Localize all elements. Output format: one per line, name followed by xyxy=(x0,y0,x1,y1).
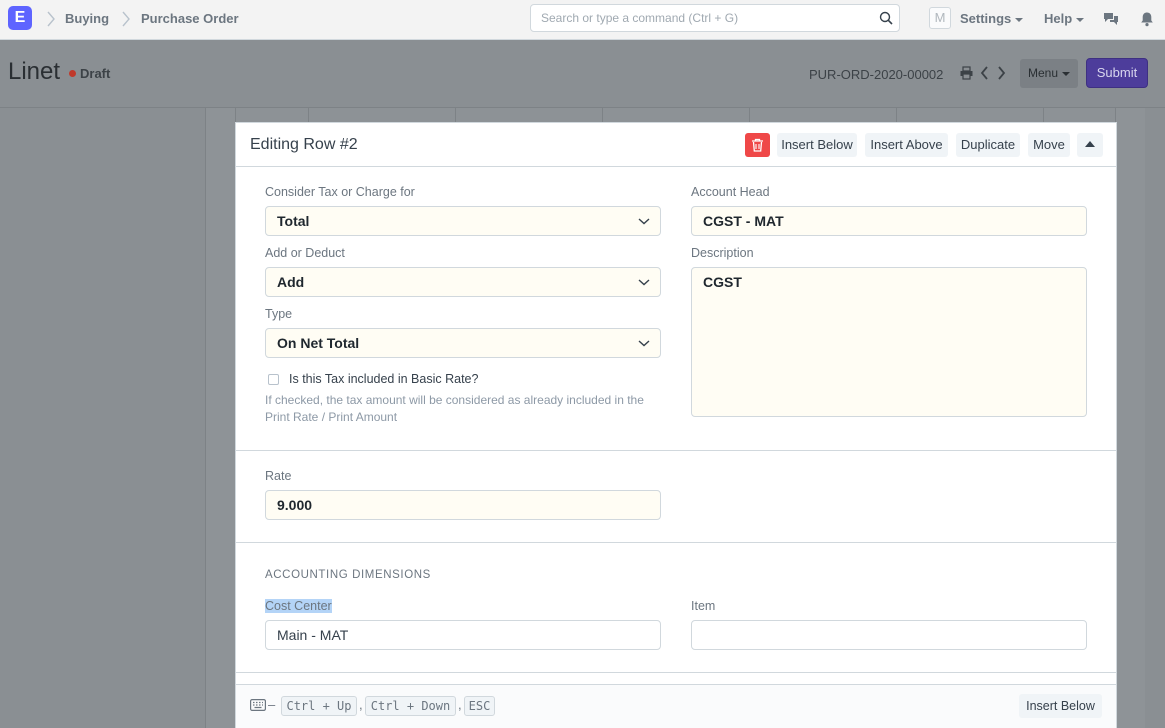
panel-title: Editing Row #2 xyxy=(250,136,358,153)
menu-label: Menu xyxy=(1027,66,1059,80)
section-divider xyxy=(236,672,1116,673)
submit-button[interactable]: Submit xyxy=(1086,58,1148,88)
item-input[interactable] xyxy=(691,620,1087,650)
shortcut-separator: , xyxy=(458,697,462,712)
type-label: Type xyxy=(265,307,293,321)
accounting-dimensions-heading: ACCOUNTING DIMENSIONS xyxy=(265,569,431,581)
description-textarea[interactable]: CGST xyxy=(691,267,1087,417)
caret-down-icon xyxy=(1076,17,1085,22)
consider-tax-value: Total xyxy=(277,213,310,229)
status-dot xyxy=(69,70,76,77)
caret-down-icon xyxy=(1062,71,1071,76)
cost-center-label: Cost Center xyxy=(265,599,332,613)
consider-tax-select[interactable]: Total xyxy=(265,206,661,236)
print-icon[interactable] xyxy=(960,66,973,80)
status-badge: Draft xyxy=(80,66,111,81)
section-divider xyxy=(236,542,1116,543)
description-label: Description xyxy=(691,246,754,260)
tax-included-help: If checked, the tax amount will be consi… xyxy=(265,393,644,424)
delete-row-button[interactable] xyxy=(745,133,770,157)
collapse-button[interactable] xyxy=(1077,133,1103,157)
item-label: Item xyxy=(691,599,716,613)
help-dropdown[interactable]: Help xyxy=(1044,11,1085,26)
settings-dropdown[interactable]: Settings xyxy=(960,11,1024,26)
tax-included-checkbox[interactable] xyxy=(268,374,279,385)
type-select[interactable]: On Net Total xyxy=(265,328,661,358)
cost-center-input[interactable]: Main - MAT xyxy=(265,620,661,650)
chevron-right-icon xyxy=(46,10,56,28)
panel-header: Editing Row #2 Insert Below Insert Above… xyxy=(236,123,1116,167)
add-deduct-value: Add xyxy=(277,274,305,290)
prev-icon[interactable] xyxy=(980,66,990,80)
page-header xyxy=(0,40,1165,108)
shortcut-ctrl-up: Ctrl + Up xyxy=(281,696,357,716)
account-head-input[interactable]: CGST - MAT xyxy=(691,206,1087,236)
tax-included-label: Is this Tax included in Basic Rate? xyxy=(289,372,479,386)
search-icon[interactable] xyxy=(879,11,893,25)
consider-tax-label: Consider Tax or Charge for xyxy=(265,185,415,199)
account-head-label: Account Head xyxy=(691,185,770,199)
trash-icon xyxy=(752,138,763,152)
menu-button[interactable]: Menu xyxy=(1020,59,1078,88)
rate-label: Rate xyxy=(265,469,292,483)
next-icon[interactable] xyxy=(996,66,1006,80)
rate-input[interactable]: 9.000 xyxy=(265,490,661,520)
add-deduct-label: Add or Deduct xyxy=(265,246,345,260)
insert-below-button[interactable]: Insert Below xyxy=(777,133,857,157)
search-input[interactable] xyxy=(531,5,861,31)
sidebar-area xyxy=(0,108,205,728)
move-button[interactable]: Move xyxy=(1028,133,1070,157)
bell-icon[interactable] xyxy=(1139,11,1155,27)
avatar[interactable]: M xyxy=(929,7,951,29)
app-logo[interactable]: E xyxy=(8,6,32,30)
chevron-down-icon xyxy=(638,218,650,225)
awesome-bar xyxy=(530,4,900,32)
duplicate-button[interactable]: Duplicate xyxy=(956,133,1020,157)
caret-down-icon xyxy=(1015,17,1024,22)
chevron-down-icon xyxy=(638,279,650,286)
document-name: PUR-ORD-2020-00002 xyxy=(809,67,944,82)
insert-above-button[interactable]: Insert Above xyxy=(865,133,948,157)
footer-insert-below-button[interactable]: Insert Below xyxy=(1019,694,1102,718)
page-title: Linet xyxy=(8,58,61,85)
section-divider xyxy=(236,450,1116,451)
shortcut-dash: – xyxy=(268,697,276,712)
type-value: On Net Total xyxy=(277,335,360,351)
navbar: E Buying Purchase Order M Settings Help xyxy=(0,0,1165,40)
add-deduct-select[interactable]: Add xyxy=(265,267,661,297)
breadcrumb-buying[interactable]: Buying xyxy=(65,11,109,26)
chevron-down-icon xyxy=(638,340,650,347)
settings-label: Settings xyxy=(960,11,1012,26)
breadcrumb-purchase-order[interactable]: Purchase Order xyxy=(141,11,239,26)
help-label: Help xyxy=(1044,11,1073,26)
row-edit-panel: Editing Row #2 Insert Below Insert Above… xyxy=(235,122,1117,728)
chat-icon[interactable] xyxy=(1103,11,1119,27)
shortcut-ctrl-down: Ctrl + Down xyxy=(365,696,456,716)
keyboard-icon xyxy=(250,699,266,711)
panel-footer: – Ctrl + Up , Ctrl + Down , ESC Insert B… xyxy=(236,684,1116,728)
shortcut-separator: , xyxy=(359,697,363,712)
chevron-right-icon xyxy=(121,10,131,28)
shortcut-esc: ESC xyxy=(464,696,495,716)
